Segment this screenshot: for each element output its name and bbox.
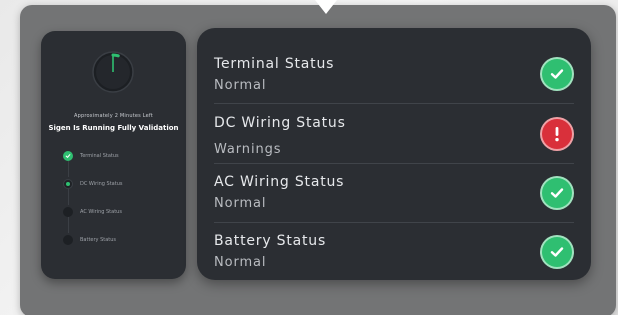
step-pending-icon [63, 207, 73, 217]
status-value: Normal [214, 196, 267, 211]
status-title: AC Wiring Status [214, 174, 345, 190]
check-icon [540, 235, 574, 269]
exclamation-icon [540, 117, 574, 151]
step-label: DC Wiring Status [80, 181, 123, 187]
step-item-dc-wiring-status: DC Wiring Status [63, 177, 181, 191]
status-value: Normal [214, 255, 267, 270]
status-value: Normal [214, 78, 267, 93]
check-icon [540, 176, 574, 210]
status-title: Terminal Status [214, 56, 335, 72]
progress-ring [91, 50, 135, 94]
step-item-terminal-status: Terminal Status [63, 149, 181, 163]
step-active-icon [63, 179, 73, 189]
step-item-ac-wiring-status: AC Wiring Status [63, 205, 181, 219]
status-row-battery[interactable]: Battery Status Normal [214, 222, 574, 281]
time-remaining-caption: Approximately 2 Minutes Left [74, 113, 153, 119]
status-results-card: Terminal Status Normal DC Wiring Status … [197, 28, 591, 280]
status-title: DC Wiring Status [214, 115, 346, 131]
step-label: AC Wiring Status [80, 209, 122, 215]
status-title: Battery Status [214, 233, 327, 249]
step-done-icon [63, 151, 73, 161]
popover-pointer [315, 0, 337, 14]
validation-title: Sigen Is Running Fully Validation [48, 124, 179, 132]
step-connector [68, 217, 69, 233]
step-label: Battery Status [80, 237, 117, 243]
status-value: Warnings [214, 142, 282, 157]
step-pending-icon [63, 235, 73, 245]
status-row-terminal[interactable]: Terminal Status Normal [214, 44, 574, 103]
check-icon [540, 57, 574, 91]
step-connector [68, 189, 69, 205]
validation-progress-card: Approximately 2 Minutes Left Sigen Is Ru… [41, 31, 186, 279]
step-item-battery-status: Battery Status [63, 233, 181, 247]
status-row-dc-wiring[interactable]: DC Wiring Status Warnings [214, 103, 574, 162]
status-row-ac-wiring[interactable]: AC Wiring Status Normal [214, 163, 574, 222]
step-connector [68, 161, 69, 177]
step-label: Terminal Status [80, 153, 119, 159]
